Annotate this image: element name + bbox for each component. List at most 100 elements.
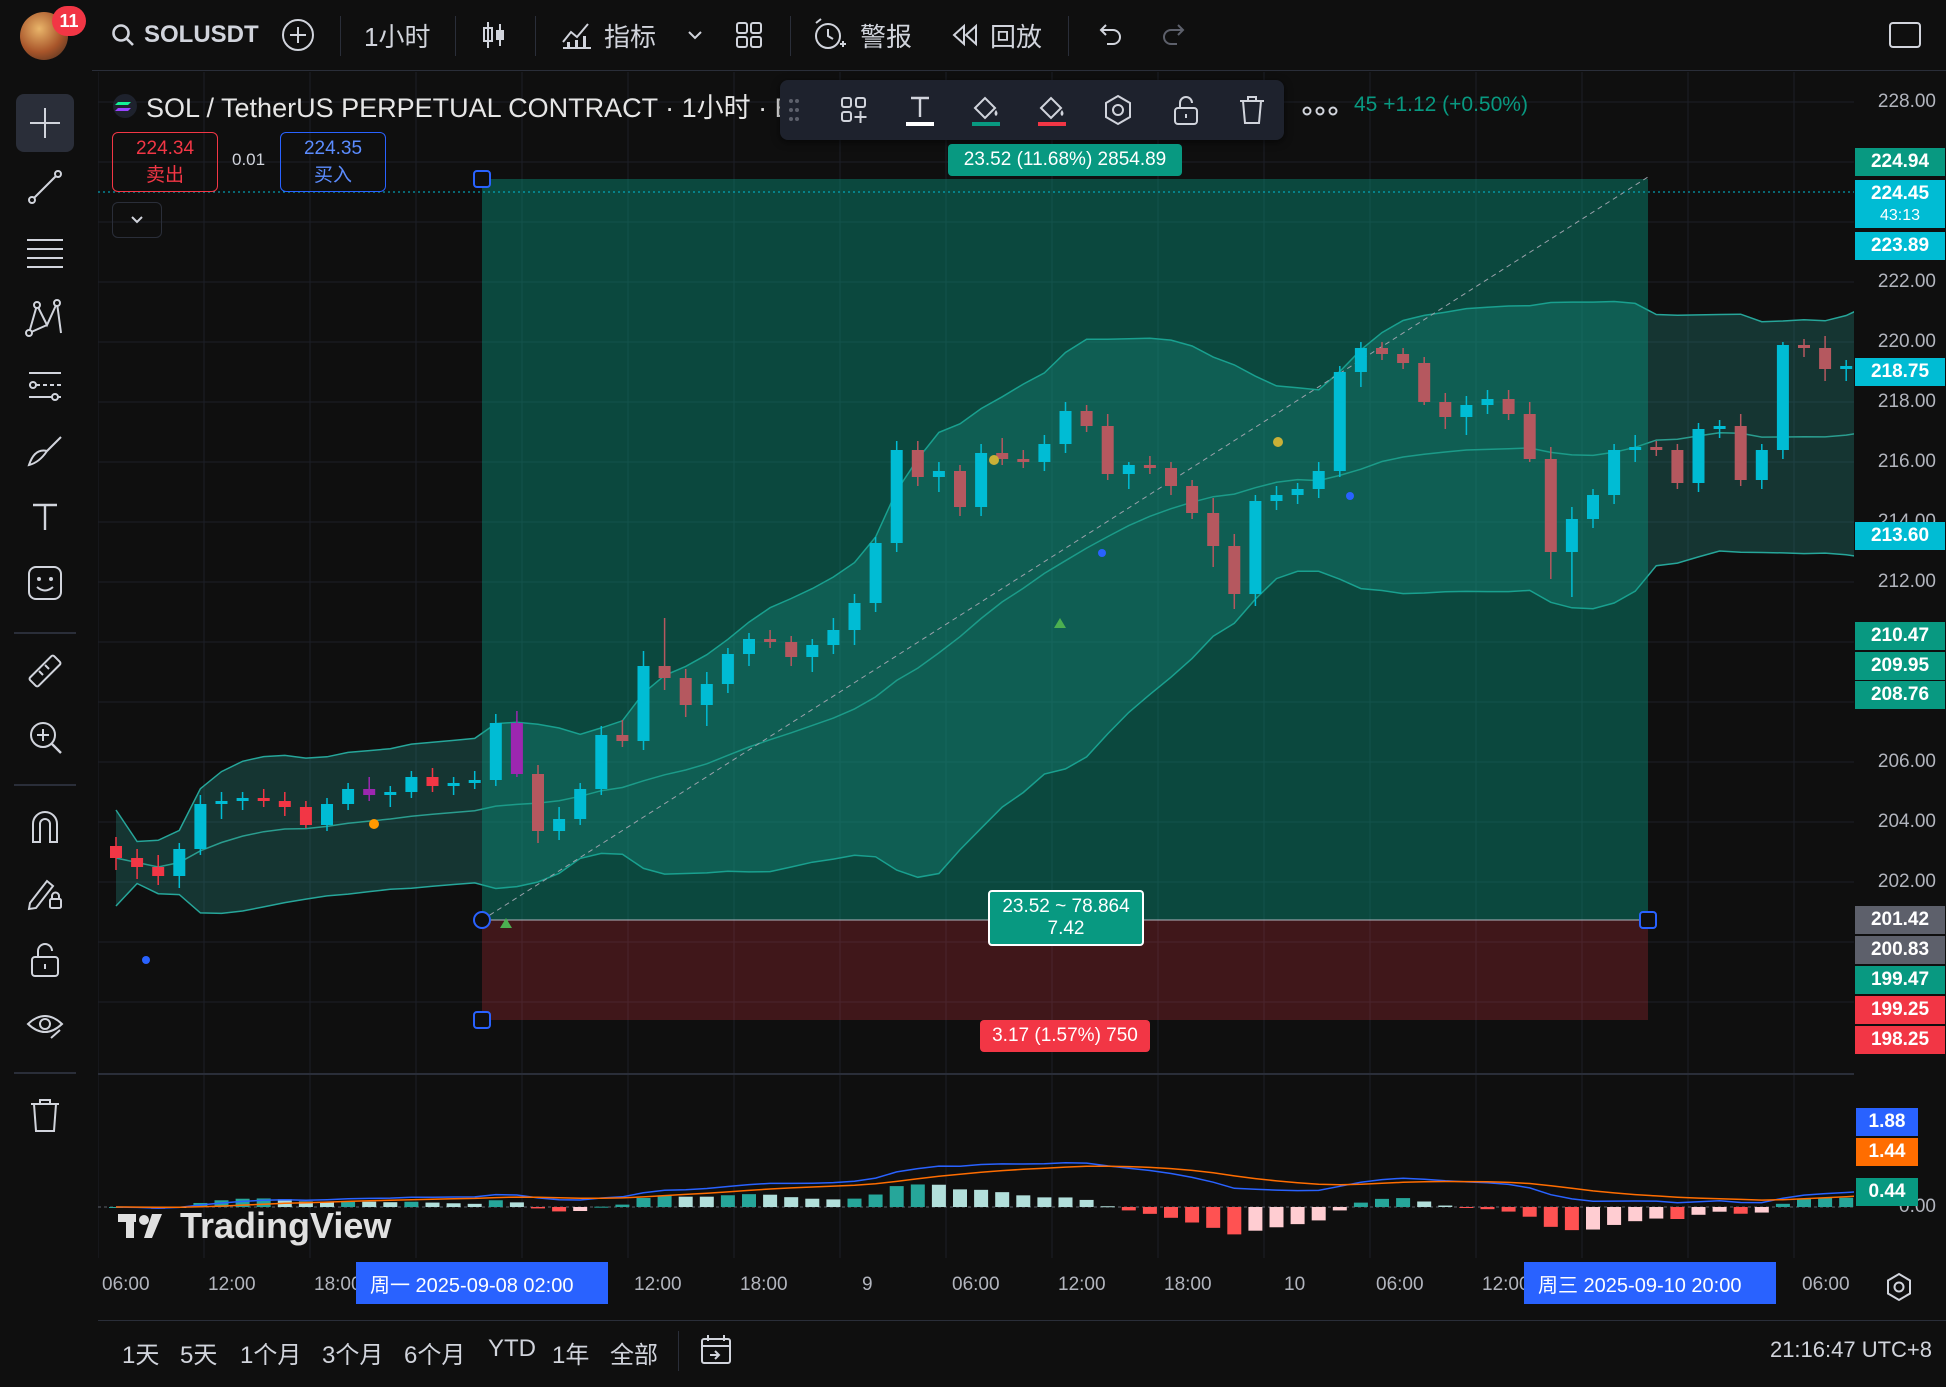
macd-histogram-bar [910, 1184, 925, 1207]
lock-drawings-mode-button[interactable] [16, 864, 74, 922]
macd-histogram-bar [1628, 1207, 1643, 1222]
selected-time-end[interactable]: 周三 2025-09-10 20:00 [1524, 1262, 1776, 1304]
fill-color-button[interactable] [966, 90, 1006, 130]
trend-line-tool[interactable] [16, 158, 74, 216]
indicator-templates-dropdown[interactable] [686, 14, 704, 56]
macd-histogram-bar [488, 1200, 503, 1207]
crosshair-tool[interactable] [16, 94, 74, 152]
price-tag: 200.83 [1855, 936, 1945, 964]
price-chart[interactable] [98, 72, 1854, 1258]
templates-button[interactable] [834, 90, 874, 130]
macd-value-tag: 1.88 [1856, 1108, 1918, 1136]
time-axis[interactable]: 06:00 12:00 18:00 12:00 18:00 9 06:00 12:00 18:0… [98, 1262, 1946, 1312]
stop-fill-color-button[interactable] [1032, 90, 1072, 130]
more-options-button[interactable] [1300, 96, 1340, 126]
text-color-icon [906, 96, 934, 126]
time-tick-label: 06:00 [1802, 1274, 1850, 1295]
macd-histogram-bar [1438, 1205, 1453, 1207]
position-handle-entry[interactable] [473, 911, 491, 929]
layout-button[interactable] [734, 14, 764, 56]
delete-drawing-button[interactable] [1232, 90, 1272, 130]
alerts-button[interactable]: 警报 [812, 14, 912, 56]
interval-button[interactable]: 1小时 [364, 14, 430, 56]
candle [1333, 366, 1346, 477]
crosshair-icon [30, 108, 60, 138]
legend-collapse-button[interactable] [112, 202, 162, 238]
undo-button[interactable] [1094, 14, 1124, 56]
forecast-tool[interactable] [16, 356, 74, 414]
compare-symbol-button[interactable] [280, 14, 316, 56]
magnet-mode-button[interactable] [16, 798, 74, 856]
sell-button[interactable]: 224.34 卖出 [112, 132, 218, 192]
settings-button[interactable] [1098, 90, 1138, 130]
position-handle-right[interactable] [1639, 911, 1657, 929]
trash-icon [31, 1099, 59, 1132]
xabcd-pattern-icon [25, 299, 62, 337]
go-to-date-button[interactable] [698, 1333, 734, 1374]
price-tag: 213.60 [1855, 522, 1945, 550]
range-button[interactable]: 全部 [610, 1335, 658, 1370]
time-tick-label: 06:00 [1376, 1274, 1424, 1295]
candle [489, 714, 502, 786]
clock-timezone[interactable]: 21:16:47 UTC+8 [1770, 1337, 1932, 1363]
measure-tool[interactable] [16, 642, 74, 700]
range-button[interactable]: 6个月 [404, 1335, 465, 1370]
zoom-in-icon [30, 722, 62, 754]
macd-histogram-bar [1142, 1207, 1157, 1214]
macd-histogram-bar [509, 1202, 524, 1207]
time-tick-label: 06:00 [952, 1274, 1000, 1295]
price-tag: 199.25 [1855, 996, 1945, 1024]
search-icon [112, 24, 134, 46]
price-tick-label: 228.00 [1877, 91, 1936, 112]
symbol-search-button[interactable]: SOLUSDT [110, 14, 259, 56]
macd-histogram-bar [1206, 1207, 1221, 1228]
fib-retracement-tool[interactable] [16, 224, 74, 282]
lock-all-drawings-button[interactable] [16, 930, 74, 988]
buy-button[interactable]: 224.35 买入 [280, 132, 386, 192]
selected-time-start[interactable]: 周一 2025-09-08 02:00 [356, 1262, 608, 1304]
price-tag: 198.25 [1855, 1026, 1945, 1054]
pattern-tool[interactable] [16, 290, 74, 348]
ruler-icon [28, 654, 62, 688]
range-button[interactable]: 3个月 [322, 1335, 383, 1370]
drag-handle[interactable] [784, 90, 804, 130]
lock-drawing-button[interactable] [1166, 90, 1206, 130]
redo-button[interactable] [1160, 14, 1190, 56]
brush-tool[interactable] [16, 422, 74, 480]
text-color-button[interactable] [900, 90, 940, 130]
drawing-floating-toolbar[interactable] [780, 80, 1284, 140]
time-tick-label: 18:00 [314, 1274, 362, 1295]
position-handle-bottom[interactable] [473, 1011, 491, 1029]
macd-histogram-bar [1839, 1197, 1854, 1207]
fullscreen-button[interactable] [1888, 14, 1922, 56]
legend-change: 45 +1.12 (+0.50%) [1354, 93, 1528, 116]
range-button[interactable]: 5天 [180, 1335, 217, 1370]
remove-drawings-button[interactable] [16, 1086, 74, 1144]
replay-button[interactable]: 回放 [950, 14, 1042, 56]
unlock-icon [31, 943, 59, 977]
macd-histogram-bar [1058, 1197, 1073, 1207]
range-button[interactable]: 1年 [552, 1335, 589, 1370]
chart-settings-button[interactable] [1884, 1272, 1914, 1307]
position-handle-top[interactable] [473, 170, 491, 188]
chart-type-button[interactable] [478, 14, 510, 56]
range-button[interactable]: 1个月 [240, 1335, 301, 1370]
position-center-label[interactable]: 23.52 ~ 78.864 7.42 [988, 890, 1144, 946]
hide-drawings-button[interactable] [16, 996, 74, 1054]
drag-dots-icon [789, 99, 799, 121]
zoom-in-tool[interactable] [16, 708, 74, 766]
chart-legend[interactable]: SOL / TetherUS PERPETUAL CONTRACT · 1小时 … [112, 86, 814, 125]
symbol-label: SOLUSDT [144, 21, 259, 48]
macd-histogram-bar [1332, 1207, 1347, 1211]
macd-histogram-bar [446, 1203, 461, 1207]
candle [1692, 423, 1705, 492]
range-button[interactable]: YTD [488, 1335, 536, 1363]
grid-layout-icon [736, 22, 762, 48]
chevron-down-icon [688, 31, 702, 40]
text-tool[interactable] [16, 488, 74, 546]
range-button[interactable]: 1天 [122, 1335, 159, 1370]
macd-histogram-bar [1079, 1199, 1094, 1207]
icon-sticker-tool[interactable] [16, 554, 74, 612]
eye-icon [26, 1015, 64, 1039]
indicators-button[interactable]: 指标 [560, 14, 656, 56]
